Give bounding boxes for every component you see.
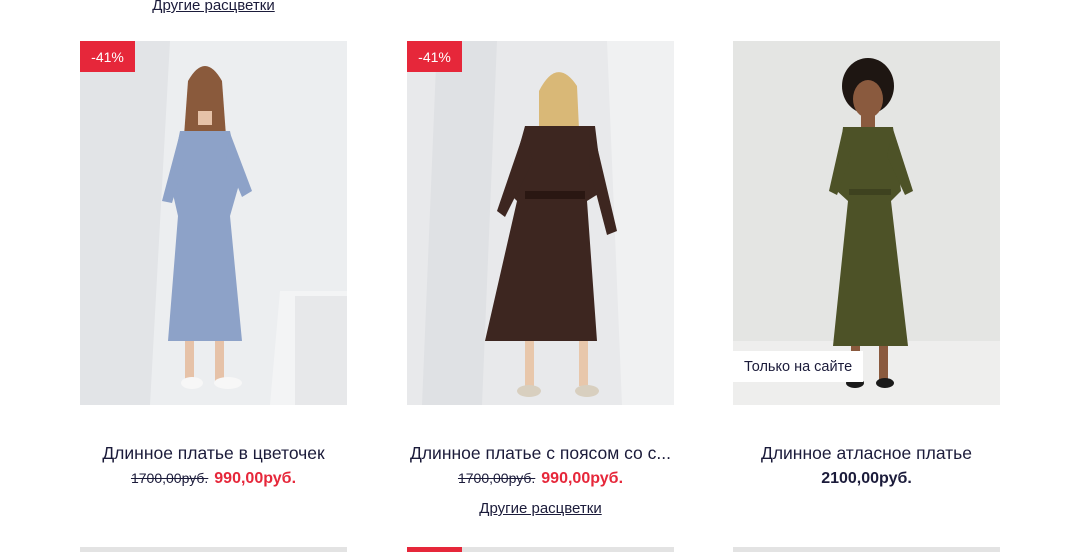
model-brown-dress-photo xyxy=(407,41,674,405)
product-price: 2100,00руб. xyxy=(733,470,1000,488)
product-price: 1700,00руб. 990,00руб. xyxy=(80,470,347,488)
discount-badge xyxy=(407,547,462,552)
next-product-image[interactable] xyxy=(407,547,674,552)
product-price: 1700,00руб. 990,00руб. xyxy=(407,470,674,488)
product-card[interactable]: -41% Длинное платье в цветочек 1700,00ру… xyxy=(80,41,347,488)
sale-price: 990,00руб. xyxy=(214,470,297,487)
sale-price: 990,00руб. xyxy=(541,470,624,487)
product-name[interactable]: Длинное платье в цветочек xyxy=(80,443,347,464)
next-product-image[interactable] xyxy=(80,547,347,552)
next-product-image[interactable] xyxy=(733,547,1000,552)
model-floral-dress-photo xyxy=(80,41,347,405)
product-name[interactable]: Длинное атласное платье xyxy=(733,443,1000,464)
product-card[interactable]: -41% Длинное платье с поясом со с... 170… xyxy=(407,41,674,517)
online-exclusive-tag: Только на сайте xyxy=(733,351,864,382)
other-colors-link-top[interactable]: Другие расцветки xyxy=(80,0,347,14)
product-image[interactable]: -41% xyxy=(80,41,347,405)
discount-badge: -41% xyxy=(80,41,135,72)
other-colors-link[interactable]: Другие расцветки xyxy=(407,500,674,517)
product-name[interactable]: Длинное платье с поясом со с... xyxy=(407,443,674,464)
discount-badge: -41% xyxy=(407,41,462,72)
old-price: 1700,00руб. xyxy=(457,470,536,486)
product-image[interactable]: Только на сайте xyxy=(733,41,1000,405)
regular-price: 2100,00руб. xyxy=(821,470,912,487)
product-image[interactable]: -41% xyxy=(407,41,674,405)
product-card[interactable]: Только на сайте Длинное атласное платье … xyxy=(733,41,1000,488)
old-price: 1700,00руб. xyxy=(130,470,209,486)
